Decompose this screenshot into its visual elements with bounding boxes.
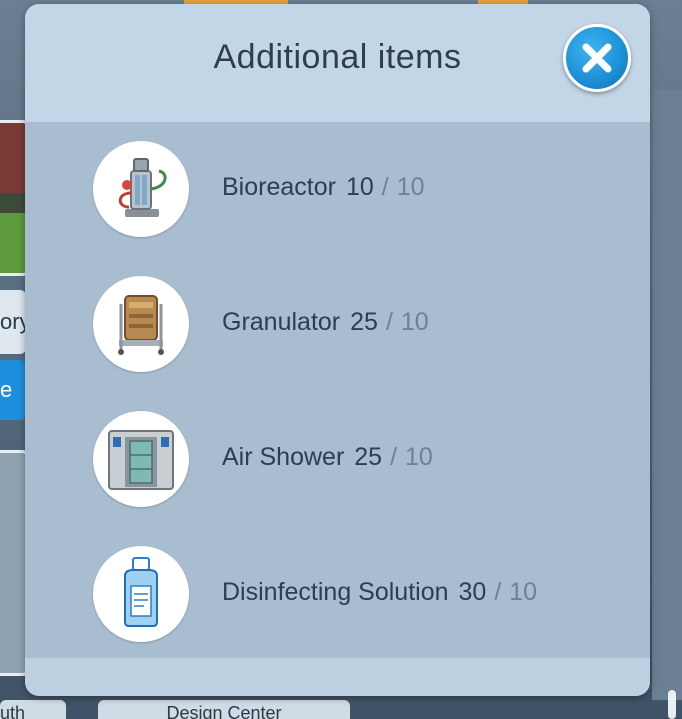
building-card-button[interactable]: e (0, 360, 26, 420)
background-right-panel (652, 90, 682, 700)
additional-items-dialog: Additional items Bioreactor 10 / 10 Gran… (25, 4, 650, 696)
item-separator: / (385, 308, 393, 336)
item-need-count: 10 (400, 308, 429, 336)
granulator-icon (93, 276, 189, 372)
list-item: Air Shower 25/10 (25, 393, 650, 523)
disinfecting-solution-icon (93, 546, 189, 642)
item-label: Granulator 25/10 (222, 308, 429, 337)
item-label: Air Shower 25/10 (222, 443, 433, 472)
bottom-tab-design-center[interactable]: Design Center (98, 700, 350, 719)
building-card-label: ory (0, 290, 26, 354)
dialog-header: Additional items (25, 4, 650, 123)
air-shower-icon (93, 411, 189, 507)
item-name: Air Shower (222, 443, 345, 471)
list-item: Bioreactor 10/10 (25, 123, 650, 253)
item-have-count: 30 (458, 578, 487, 606)
bioreactor-icon (93, 141, 189, 237)
item-name: Bioreactor (222, 173, 336, 201)
item-label: Disinfecting Solution 30/10 (222, 578, 537, 607)
close-icon (582, 43, 612, 73)
item-have-count: 10 (345, 173, 374, 201)
item-need-count: 10 (509, 578, 538, 606)
item-name: Disinfecting Solution (222, 578, 449, 606)
item-need-count: 10 (405, 443, 433, 471)
item-separator: / (494, 578, 502, 606)
list-item: Disinfecting Solution 30/10 (25, 528, 650, 658)
item-separator: / (390, 443, 398, 471)
item-need-count: 10 (396, 173, 425, 201)
building-grass (0, 213, 26, 273)
items-list: Bioreactor 10/10 Granulator 25/10 Air Sh… (25, 123, 650, 657)
close-button[interactable] (563, 24, 631, 92)
building-roof (0, 123, 26, 193)
item-name: Granulator (222, 308, 341, 336)
item-have-count: 25 (350, 308, 378, 336)
list-item: Granulator 25/10 (25, 258, 650, 388)
bottom-tab-left[interactable]: uth (0, 700, 66, 719)
item-label: Bioreactor 10/10 (222, 173, 425, 202)
scrollbar-thumb[interactable] (668, 690, 676, 719)
dialog-title: Additional items (213, 38, 462, 76)
item-separator: / (381, 173, 389, 201)
item-have-count: 25 (354, 443, 383, 471)
dialog-footer (25, 657, 650, 696)
